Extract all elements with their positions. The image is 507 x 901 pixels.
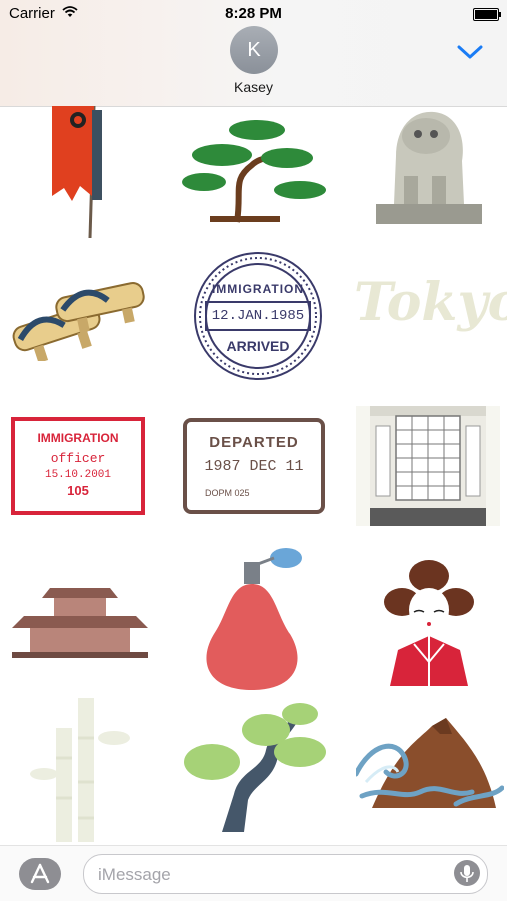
sticker-bamboo[interactable]: [30, 698, 130, 842]
microphone-button[interactable]: [454, 860, 480, 886]
sticker-grid: IMMIGRATION 12.JAN.1985 ARRIVED Tokyo IM…: [0, 106, 507, 844]
sticker-stamp-departed[interactable]: DEPARTED 1987 DEC 11 DOPM 025: [183, 418, 325, 514]
sticker-shoji-room[interactable]: [356, 406, 500, 526]
stamp-title: DEPARTED: [209, 434, 299, 451]
stamp-code: 105: [67, 483, 89, 498]
battery-icon: [473, 8, 501, 21]
stamp-date: 1987 DEC 11: [204, 458, 304, 475]
stamp-subtitle: ARRIVED: [226, 338, 290, 354]
imessage-placeholder: iMessage: [98, 865, 171, 884]
app-store-icon: [30, 863, 50, 884]
status-bar: Carrier 8:28 PM: [0, 0, 507, 28]
microphone-icon: [460, 865, 474, 882]
chevron-down-icon[interactable]: [457, 44, 483, 60]
sticker-tokyo-script[interactable]: Tokyo: [354, 272, 507, 352]
contact-avatar[interactable]: K: [230, 26, 278, 74]
stamp-title: IMMIGRATION: [211, 282, 305, 296]
sticker-bonsai-tree[interactable]: [182, 110, 328, 224]
sticker-wave-mountain[interactable]: [356, 712, 504, 812]
app-store-button[interactable]: [19, 858, 61, 890]
stamp-officer: officer: [50, 451, 106, 466]
imessage-input[interactable]: iMessage: [83, 854, 488, 894]
sticker-stamp-immigration-arrived[interactable]: IMMIGRATION 12.JAN.1985 ARRIVED: [192, 250, 324, 382]
stamp-date: 12.JAN.1985: [211, 308, 305, 324]
sticker-stylized-tree[interactable]: [182, 700, 328, 832]
sticker-geta-sandals[interactable]: [6, 271, 154, 361]
sticker-japanese-house[interactable]: [10, 576, 150, 658]
compose-bar: iMessage: [0, 845, 507, 901]
sticker-lion-dog-statue[interactable]: [374, 106, 484, 226]
sticker-perfume-bottle[interactable]: [200, 544, 308, 692]
stamp-date: 15.10.2001: [44, 469, 111, 481]
contact-name[interactable]: Kasey: [0, 79, 507, 95]
sticker-samurai-banner[interactable]: [42, 106, 112, 238]
avatar-initial: K: [247, 38, 261, 61]
stamp-code: DOPM 025: [205, 488, 250, 498]
sticker-stamp-immigration-officer[interactable]: IMMIGRATION officer 15.10.2001 105: [11, 417, 145, 515]
clock: 8:28 PM: [225, 5, 282, 22]
stamp-title: IMMIGRATION: [37, 431, 119, 445]
sticker-geisha[interactable]: [384, 554, 474, 686]
